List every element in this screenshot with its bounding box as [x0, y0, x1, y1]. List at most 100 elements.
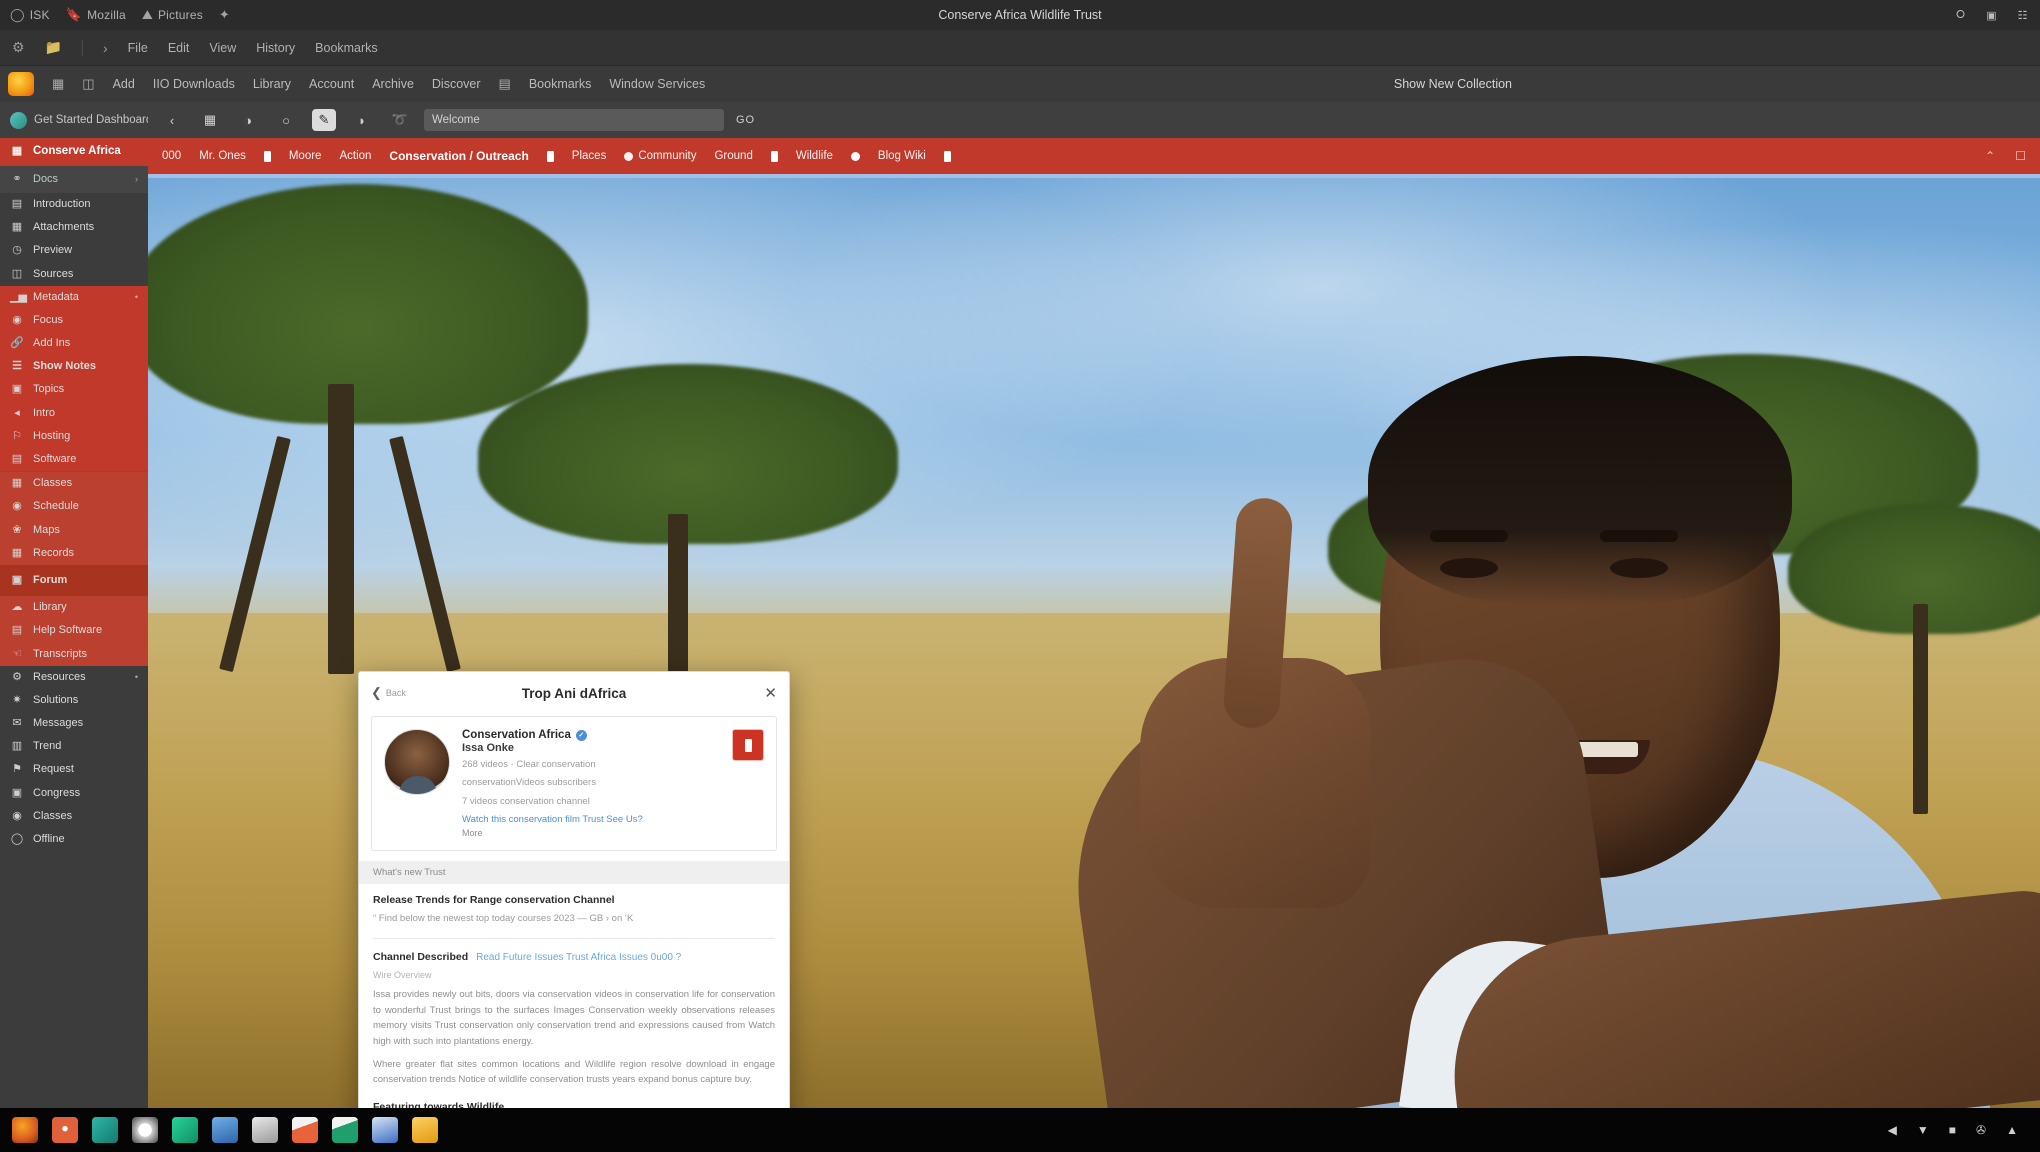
sidebar-item-preview[interactable]: ◷ Preview — [0, 239, 148, 262]
titlebar-item-2[interactable]: ⛰ Pictures — [142, 7, 203, 23]
search-button[interactable]: ○ — [274, 109, 298, 131]
nav-item-community[interactable]: Community — [624, 150, 696, 162]
sidebar-item-transcripts[interactable]: ☜ Transcripts — [0, 643, 148, 666]
writer-icon[interactable] — [292, 1117, 318, 1143]
firefox-icon[interactable] — [12, 1117, 38, 1143]
titlebar-item-1[interactable]: 🔖 Mozilla — [66, 7, 126, 23]
menu-item-view[interactable]: View — [209, 41, 236, 55]
sidebar-item-records[interactable]: ▦ Records — [0, 542, 148, 565]
nav-item-moore[interactable]: Moore — [289, 150, 322, 162]
menu-item-history[interactable]: History — [256, 41, 295, 55]
nav-item-conservation-outreach[interactable]: Conservation / Outreach — [389, 149, 528, 163]
close-button[interactable]: ☷ — [2015, 8, 2030, 23]
nav-item-action[interactable]: Action — [339, 150, 371, 162]
tab-discover[interactable]: Discover — [432, 77, 481, 91]
impress-icon[interactable] — [372, 1117, 398, 1143]
sidebar-item-docs[interactable]: ⚭ Docs › — [0, 165, 148, 193]
minimize-button[interactable]: ⭘ — [1953, 8, 1968, 23]
notes-icon[interactable] — [412, 1117, 438, 1143]
sidebar-item-metadata[interactable]: ▁▅ Metadata • — [0, 286, 148, 309]
cloud-icon[interactable]: ▲ — [2006, 1123, 2018, 1137]
nav-item-000[interactable]: 000 — [162, 150, 181, 162]
sidebar-item-classes-2[interactable]: ◉ Classes — [0, 805, 148, 828]
sidebar-item-messages[interactable]: ✉ Messages — [0, 712, 148, 735]
sidebar-item-congress[interactable]: ▣ Congress — [0, 782, 148, 805]
nav-item-mr-ones[interactable]: Mr. Ones — [199, 150, 246, 162]
channel-link[interactable]: Watch this conservation film Trust See U… — [462, 814, 720, 825]
channel-avatar[interactable] — [384, 729, 450, 795]
titlebar-item-0[interactable]: ◯ ISK — [10, 7, 50, 23]
reader-button[interactable]: ◑ — [236, 109, 260, 131]
menu-item-bookmarks[interactable]: Bookmarks — [315, 41, 378, 55]
edit-button[interactable]: ✎ — [312, 109, 336, 131]
subscribe-button[interactable] — [732, 729, 764, 761]
list-icon[interactable]: ▤ — [499, 76, 511, 92]
back-button[interactable]: ❮ Back — [371, 685, 406, 701]
files-icon[interactable] — [252, 1117, 278, 1143]
calc-icon[interactable] — [332, 1117, 358, 1143]
grid-icon[interactable]: ▦ — [52, 76, 64, 92]
sidebar-item-add-ins[interactable]: 🔗 Add Ins — [0, 332, 148, 355]
chevron-up-icon[interactable]: ◀ — [1888, 1123, 1897, 1137]
history-button[interactable]: ▦ — [198, 109, 222, 131]
nav-item-places[interactable]: Places — [572, 150, 607, 162]
sidebar-item-offline[interactable]: ◯ Offline — [0, 828, 148, 851]
sidebar-item-introduction[interactable]: ▤ Introduction — [0, 193, 148, 216]
share-button[interactable]: ➰ — [388, 109, 412, 131]
sidebar-item-topics[interactable]: ▣ Topics — [0, 378, 148, 401]
sidebar-item-hosting[interactable]: ⚐ Hosting — [0, 425, 148, 448]
sidebar-header[interactable]: ▦ Conserve Africa — [0, 138, 148, 166]
nav-item-wildlife[interactable]: Wildlife — [796, 150, 833, 162]
chrome-icon[interactable] — [52, 1117, 78, 1143]
channel-more[interactable]: More — [462, 828, 720, 838]
sidebar-item-schedule[interactable]: ◉ Schedule — [0, 495, 148, 518]
sidebar-item-request[interactable]: ⚑ Request — [0, 758, 148, 781]
maximize-button[interactable]: ▣ — [1984, 8, 1999, 23]
browser-icon[interactable] — [132, 1117, 158, 1143]
sidebar-item-focus[interactable]: ◉ Focus — [0, 309, 148, 332]
sidebar-item-show-notes[interactable]: ☰ Show Notes — [0, 355, 148, 378]
apps-icon[interactable]: ◫ — [82, 76, 94, 92]
folder-icon[interactable]: 📁 — [45, 39, 62, 56]
tab-archive[interactable]: Archive — [372, 77, 414, 91]
url-input[interactable]: Welcome — [424, 109, 724, 131]
tab-library[interactable]: Library — [253, 77, 291, 91]
sidebar-item-help-software[interactable]: ▤ Help Software — [0, 619, 148, 642]
sidebar-item-sources[interactable]: ◫ Sources — [0, 263, 148, 286]
nav-item-ground[interactable]: Ground — [714, 150, 752, 162]
go-button[interactable]: GO — [724, 114, 767, 126]
green-app-icon[interactable] — [172, 1117, 198, 1143]
settings-icon[interactable]: ⚙ — [12, 39, 25, 56]
back-button[interactable]: ‹ — [160, 109, 184, 131]
tab-bookmarks[interactable]: Bookmarks — [529, 77, 592, 91]
teal-app-icon[interactable] — [92, 1117, 118, 1143]
chevron-right-icon[interactable]: › — [103, 40, 108, 56]
sidebar-item-solutions[interactable]: ✷ Solutions — [0, 689, 148, 712]
bookmark-button[interactable]: ◗ — [350, 109, 374, 131]
tab-account[interactable]: Account — [309, 77, 354, 91]
sidebar-item-intro[interactable]: ◂ Intro — [0, 402, 148, 425]
sidebar-item-maps[interactable]: ❀ Maps — [0, 519, 148, 542]
sidebar-item-software[interactable]: ▤ Software — [0, 448, 148, 471]
network-icon[interactable]: ✇ — [1976, 1123, 1986, 1137]
photos-icon[interactable] — [212, 1117, 238, 1143]
menu-item-file[interactable]: File — [128, 41, 148, 55]
sidebar-item-resources[interactable]: ⚙ Resources • — [0, 666, 148, 689]
close-icon[interactable]: ✕ — [764, 684, 777, 702]
dropdown-icon[interactable]: ▼ — [1917, 1123, 1929, 1137]
description-heading-link[interactable]: Read Future Issues Trust Africa Issues 0… — [476, 952, 681, 963]
sidebar-item-forum[interactable]: ▣ Forum — [0, 565, 148, 596]
tab-add[interactable]: Add — [113, 77, 135, 91]
bell-icon[interactable]: ⌃ — [1985, 149, 1995, 163]
tab-downloads[interactable]: IIO Downloads — [153, 77, 235, 91]
sidebar-item-trend[interactable]: ▥ Trend — [0, 735, 148, 758]
profile-chip[interactable]: Get Started Dashboard — [0, 111, 148, 129]
titlebar-item-3[interactable]: ✦ — [219, 7, 230, 23]
display-icon[interactable]: ■ — [1949, 1123, 1956, 1137]
tab-window-services[interactable]: Window Services — [609, 77, 705, 91]
user-icon[interactable]: ☐ — [2015, 149, 2026, 163]
nav-item-blog-wiki[interactable]: Blog Wiki — [878, 150, 926, 162]
menu-item-edit[interactable]: Edit — [168, 41, 190, 55]
sidebar-item-classes[interactable]: ▦ Classes — [0, 472, 148, 495]
sidebar-item-library[interactable]: ☁ Library — [0, 596, 148, 619]
